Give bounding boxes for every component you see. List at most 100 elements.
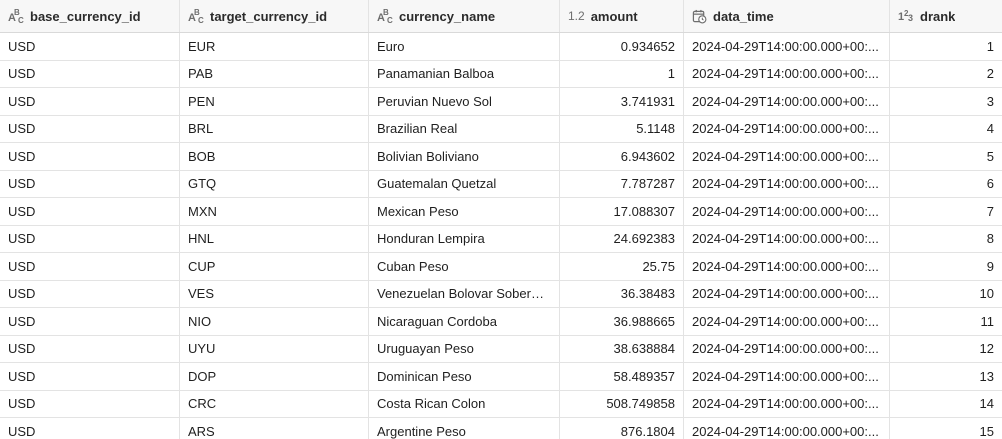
cell-data-time[interactable]: 2024-04-29T14:00:00.000+00:... — [684, 335, 890, 362]
cell-base-currency-id[interactable]: USD — [0, 253, 180, 280]
cell-amount[interactable]: 7.787287 — [560, 170, 684, 197]
column-header-base-currency-id[interactable]: ABC base_currency_id — [0, 0, 180, 32]
cell-base-currency-id[interactable]: USD — [0, 390, 180, 417]
cell-amount[interactable]: 876.1804 — [560, 418, 684, 439]
cell-drank[interactable]: 3 — [890, 88, 1002, 115]
table-row[interactable]: USD UYU Uruguayan Peso 38.638884 2024-04-29T… — [0, 335, 1002, 363]
table-row[interactable]: USD PEN Peruvian Nuevo Sol 3.741931 2024-04-… — [0, 88, 1002, 116]
cell-data-time[interactable]: 2024-04-29T14:00:00.000+00:... — [684, 60, 890, 87]
cell-amount[interactable]: 38.638884 — [560, 335, 684, 362]
column-header-target-currency-id[interactable]: ABC target_currency_id — [180, 0, 369, 32]
cell-target-currency-id[interactable]: BRL — [180, 115, 369, 142]
cell-drank[interactable]: 12 — [890, 336, 1002, 363]
cell-target-currency-id[interactable]: PEN — [180, 88, 369, 115]
cell-target-currency-id[interactable]: NIO — [180, 308, 369, 335]
cell-currency-name[interactable]: Nicaraguan Cordoba — [369, 308, 560, 335]
table-row[interactable]: USD MXN Mexican Peso 17.088307 2024-04-29T14… — [0, 198, 1002, 226]
cell-base-currency-id[interactable]: USD — [0, 335, 180, 362]
column-header-amount[interactable]: 1.2 amount — [560, 0, 684, 32]
cell-data-time[interactable]: 2024-04-29T14:00:00.000+00:... — [684, 308, 890, 335]
cell-base-currency-id[interactable]: USD — [0, 225, 180, 252]
table-row[interactable]: USD BOB Bolivian Boliviano 6.943602 2024-04-… — [0, 143, 1002, 171]
cell-base-currency-id[interactable]: USD — [0, 170, 180, 197]
cell-data-time[interactable]: 2024-04-29T14:00:00.000+00:... — [684, 363, 890, 390]
cell-drank[interactable]: 13 — [890, 363, 1002, 390]
cell-amount[interactable]: 17.088307 — [560, 198, 684, 225]
cell-target-currency-id[interactable]: EUR — [180, 33, 369, 60]
table-row[interactable]: USD ARS Argentine Peso 876.1804 2024-04-29T1… — [0, 418, 1002, 439]
cell-data-time[interactable]: 2024-04-29T14:00:00.000+00:... — [684, 225, 890, 252]
cell-drank[interactable]: 10 — [890, 281, 1002, 308]
cell-target-currency-id[interactable]: VES — [180, 280, 369, 307]
table-row[interactable]: USD GTQ Guatemalan Quetzal 7.787287 2024-04-… — [0, 170, 1002, 198]
cell-base-currency-id[interactable]: USD — [0, 143, 180, 170]
cell-amount[interactable]: 0.934652 — [560, 33, 684, 60]
cell-target-currency-id[interactable]: MXN — [180, 198, 369, 225]
cell-amount[interactable]: 3.741931 — [560, 88, 684, 115]
table-row[interactable]: USD BRL Brazilian Real 5.1148 2024-04-29T14:… — [0, 115, 1002, 143]
cell-drank[interactable]: 6 — [890, 171, 1002, 198]
cell-drank[interactable]: 15 — [890, 418, 1002, 439]
cell-drank[interactable]: 9 — [890, 253, 1002, 280]
column-header-data-time[interactable]: data_time — [684, 0, 890, 32]
cell-drank[interactable]: 4 — [890, 116, 1002, 143]
cell-base-currency-id[interactable]: USD — [0, 418, 180, 439]
table-row[interactable]: USD DOP Dominican Peso 58.489357 2024-04-29T… — [0, 363, 1002, 391]
cell-amount[interactable]: 508.749858 — [560, 390, 684, 417]
cell-target-currency-id[interactable]: UYU — [180, 335, 369, 362]
cell-drank[interactable]: 1 — [890, 33, 1002, 60]
cell-data-time[interactable]: 2024-04-29T14:00:00.000+00:... — [684, 33, 890, 60]
cell-base-currency-id[interactable]: USD — [0, 33, 180, 60]
cell-data-time[interactable]: 2024-04-29T14:00:00.000+00:... — [684, 88, 890, 115]
cell-data-time[interactable]: 2024-04-29T14:00:00.000+00:... — [684, 115, 890, 142]
cell-currency-name[interactable]: Venezuelan Bolovar Soberano — [369, 280, 560, 307]
cell-data-time[interactable]: 2024-04-29T14:00:00.000+00:... — [684, 280, 890, 307]
cell-amount[interactable]: 5.1148 — [560, 115, 684, 142]
cell-target-currency-id[interactable]: PAB — [180, 60, 369, 87]
cell-amount[interactable]: 6.943602 — [560, 143, 684, 170]
cell-drank[interactable]: 8 — [890, 226, 1002, 253]
table-row[interactable]: USD NIO Nicaraguan Cordoba 36.988665 2024-04… — [0, 308, 1002, 336]
cell-base-currency-id[interactable]: USD — [0, 115, 180, 142]
cell-currency-name[interactable]: Euro — [369, 33, 560, 60]
cell-currency-name[interactable]: Guatemalan Quetzal — [369, 170, 560, 197]
cell-currency-name[interactable]: Costa Rican Colon — [369, 390, 560, 417]
cell-data-time[interactable]: 2024-04-29T14:00:00.000+00:... — [684, 418, 890, 439]
cell-currency-name[interactable]: Uruguayan Peso — [369, 335, 560, 362]
table-row[interactable]: USD EUR Euro 0.934652 2024-04-29T14:00:00.00… — [0, 33, 1002, 61]
cell-data-time[interactable]: 2024-04-29T14:00:00.000+00:... — [684, 170, 890, 197]
cell-data-time[interactable]: 2024-04-29T14:00:00.000+00:... — [684, 390, 890, 417]
cell-base-currency-id[interactable]: USD — [0, 88, 180, 115]
cell-amount[interactable]: 24.692383 — [560, 225, 684, 252]
cell-amount[interactable]: 36.38483 — [560, 280, 684, 307]
cell-base-currency-id[interactable]: USD — [0, 60, 180, 87]
cell-base-currency-id[interactable]: USD — [0, 198, 180, 225]
column-header-drank[interactable]: 123 drank — [890, 0, 1002, 32]
table-row[interactable]: USD CRC Costa Rican Colon 508.749858 2024-04… — [0, 390, 1002, 418]
cell-drank[interactable]: 2 — [890, 61, 1002, 88]
column-header-currency-name[interactable]: ABC currency_name — [369, 0, 560, 32]
cell-data-time[interactable]: 2024-04-29T14:00:00.000+00:... — [684, 198, 890, 225]
cell-currency-name[interactable]: Peruvian Nuevo Sol — [369, 88, 560, 115]
cell-drank[interactable]: 11 — [890, 308, 1002, 335]
cell-currency-name[interactable]: Dominican Peso — [369, 363, 560, 390]
cell-currency-name[interactable]: Cuban Peso — [369, 253, 560, 280]
cell-amount[interactable]: 58.489357 — [560, 363, 684, 390]
cell-drank[interactable]: 5 — [890, 143, 1002, 170]
cell-currency-name[interactable]: Panamanian Balboa — [369, 60, 560, 87]
cell-target-currency-id[interactable]: GTQ — [180, 170, 369, 197]
cell-target-currency-id[interactable]: ARS — [180, 418, 369, 439]
cell-amount[interactable]: 25.75 — [560, 253, 684, 280]
cell-target-currency-id[interactable]: BOB — [180, 143, 369, 170]
table-row[interactable]: USD VES Venezuelan Bolovar Soberano 36.3848… — [0, 280, 1002, 308]
table-row[interactable]: USD PAB Panamanian Balboa 1 2024-04-29T14:00… — [0, 60, 1002, 88]
cell-data-time[interactable]: 2024-04-29T14:00:00.000+00:... — [684, 143, 890, 170]
cell-target-currency-id[interactable]: HNL — [180, 225, 369, 252]
cell-target-currency-id[interactable]: DOP — [180, 363, 369, 390]
cell-target-currency-id[interactable]: CRC — [180, 390, 369, 417]
cell-currency-name[interactable]: Brazilian Real — [369, 115, 560, 142]
cell-drank[interactable]: 14 — [890, 391, 1002, 418]
cell-currency-name[interactable]: Argentine Peso — [369, 418, 560, 439]
cell-amount[interactable]: 36.988665 — [560, 308, 684, 335]
cell-amount[interactable]: 1 — [560, 60, 684, 87]
